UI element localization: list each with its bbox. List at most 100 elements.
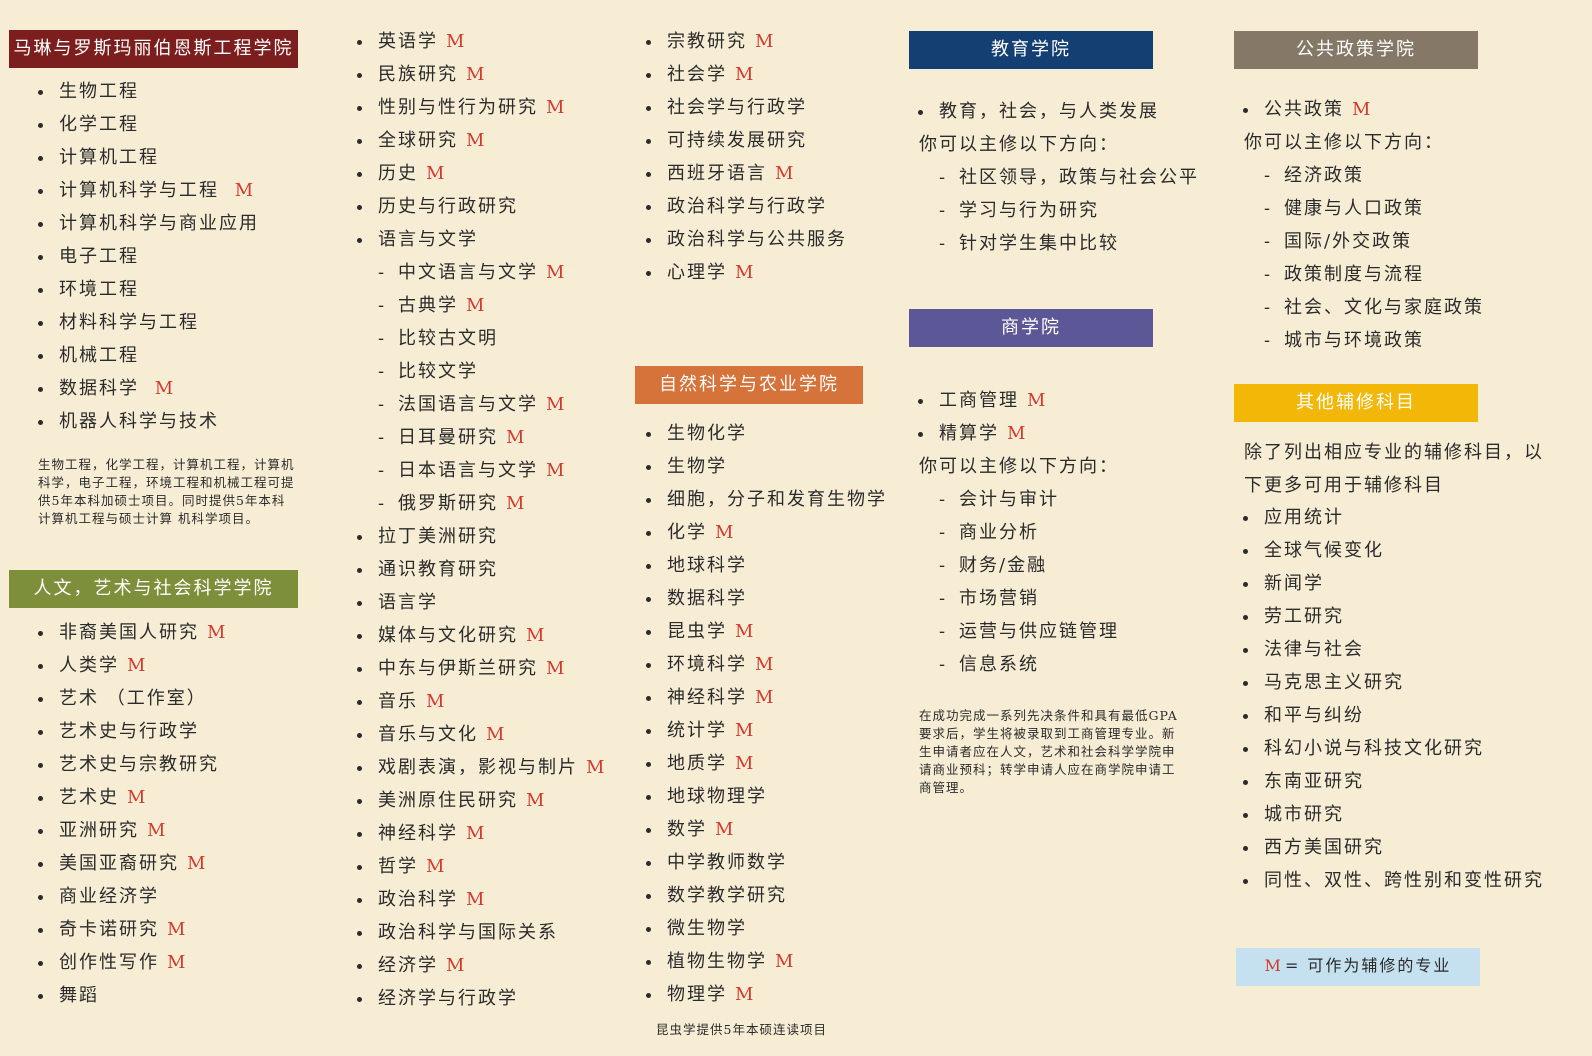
minor-marker: M: [426, 856, 445, 877]
sub-item-label: 社区领导，政策与社会公平: [959, 167, 1199, 188]
list-item-label: 历史与行政研究: [378, 196, 518, 217]
column-3: 宗教研究 M 社会学 M 社会学与行政学 可持续发展研究 西班牙语言 M 政治科学与行政学 政治科…: [619, 0, 909, 1037]
list-item-label: 生物学: [667, 456, 727, 477]
natural-note: 昆虫学提供5年本硕连读项目: [656, 1022, 827, 1037]
list-item-label: 舞蹈: [59, 985, 99, 1006]
minor-marker: M: [154, 378, 174, 399]
sub-item-label: 政策制度与流程: [1284, 264, 1424, 285]
sub-item-label: 会计与审计: [959, 489, 1059, 510]
list-item: 日耳曼研究 M: [330, 421, 630, 454]
column-4: 教育学院 教育，社会，与人类发展 你可以主修以下方向： 社区领导，政策与社会公平…: [909, 0, 1211, 795]
list-item: 中文语言与文学 M: [330, 256, 630, 289]
list-item: 语言与文学: [330, 223, 630, 256]
list-item: 法国语言与文学 M: [330, 388, 630, 421]
sub-item: 政策制度与流程: [1236, 258, 1576, 291]
list-item-label: 心理学: [667, 262, 727, 283]
minor-marker: M: [426, 691, 445, 712]
minor-marker: M: [735, 262, 754, 283]
list-item: 政治科学与国际关系: [330, 916, 630, 949]
business-note: 在成功完成一系列先决条件和具有最低GPA要求后，学生将被录取到工商管理专业。新生…: [919, 708, 1178, 795]
minor-marker: M: [506, 493, 525, 514]
list-item: 新闻学: [1236, 567, 1576, 600]
list-item: 政治科学与公共服务: [619, 223, 909, 256]
list-item: 哲学 M: [330, 850, 630, 883]
business-header: 商学院: [909, 309, 1153, 347]
minor-marker: M: [167, 919, 186, 940]
engineering-header: 马琳与罗斯玛丽伯恩斯工程学院: [9, 30, 298, 68]
sub-item-label: 市场营销: [959, 588, 1039, 609]
sub-item-label: 城市与环境政策: [1284, 330, 1424, 351]
list-item-label: 人类学: [59, 655, 119, 676]
list-item-label: 环境科学: [667, 654, 747, 675]
minor-marker: M: [466, 64, 485, 85]
minor-marker: M: [466, 295, 485, 316]
legend-mark: M: [1264, 956, 1281, 975]
list-item: 公共政策 M: [1236, 93, 1576, 126]
minor-marker: M: [526, 790, 545, 811]
list-item: 数据科学: [619, 582, 909, 615]
education-subs: 社区领导，政策与社会公平学习与行为研究针对学生集中比较: [911, 161, 1211, 260]
minor-marker: M: [466, 130, 485, 151]
list-item: 计算机科学与工程 M: [11, 174, 311, 207]
minor-marker: M: [755, 31, 774, 52]
list-item-label: 日耳曼研究: [398, 427, 498, 448]
minor-marker: M: [586, 757, 605, 778]
humanities-list-2: 英语学 M 民族研究 M 性别与性行为研究 M 全球研究 M 历史 M 历史与行政研究语言与文学中文…: [330, 25, 630, 1015]
sub-item-label: 商业分析: [959, 522, 1039, 543]
list-item-label: 艺术 （工作室）: [59, 688, 207, 709]
list-item-label: 通识教育研究: [378, 559, 498, 580]
list-item-label: 新闻学: [1264, 573, 1324, 594]
list-item: 数学 M: [619, 813, 909, 846]
list-item-label: 音乐: [378, 691, 418, 712]
list-item: 音乐 M: [330, 685, 630, 718]
list-item-label: 微生物学: [667, 918, 747, 939]
list-item: 艺术史与宗教研究: [11, 748, 311, 781]
minors-list: 应用统计 全球气候变化 新闻学 劳工研究 法律与社会 马克思主义研究 和平与纠纷 科幻小说与科…: [1236, 501, 1576, 897]
minor-marker: M: [775, 951, 794, 972]
list-item: 非裔美国人研究 M: [11, 616, 311, 649]
list-item: 语言学: [330, 586, 630, 619]
sub-item-label: 经济政策: [1284, 165, 1364, 186]
natural-list: 生物化学 生物学 细胞，分子和发育生物学 化学 M 地球科学 数据科学 昆虫学 M 环境科学 M 神经…: [619, 417, 909, 1011]
list-item: 植物生物学 M: [619, 945, 909, 978]
engineering-note: 生物工程，化学工程，计算机工程，计算机科学，电子工程，环境工程和机械工程可提供5…: [38, 457, 295, 526]
list-item-label: 昆虫学: [667, 621, 727, 642]
list-item-label: 创作性写作: [59, 952, 159, 973]
list-item: 地质学 M: [619, 747, 909, 780]
list-item-label: 艺术史: [59, 787, 119, 808]
list-item: 民族研究 M: [330, 58, 630, 91]
list-item-label: 同性、双性、跨性别和变性研究: [1264, 870, 1544, 891]
humanities-list-1: 非裔美国人研究 M 人类学 M 艺术 （工作室） 艺术史与行政学 艺术史与宗教研究 艺术史 M 亚…: [11, 616, 311, 1012]
list-item: 艺术史 M: [11, 781, 311, 814]
policy-subs: 经济政策健康与人口政策国际/外交政策政策制度与流程社会、文化与家庭政策城市与环境…: [1236, 159, 1576, 357]
list-item-label: 机器人科学与技术: [59, 411, 219, 432]
list-item-label: 东南亚研究: [1264, 771, 1364, 792]
list-item: 机械工程: [11, 339, 311, 372]
list-item-label: 语言学: [378, 592, 438, 613]
list-item: 古典学 M: [330, 289, 630, 322]
list-item: 全球气候变化: [1236, 534, 1576, 567]
list-item: 科幻小说与科技文化研究: [1236, 732, 1576, 765]
list-item-label: 可持续发展研究: [667, 130, 807, 151]
list-item-label: 古典学: [398, 295, 458, 316]
humanities-list-3: 宗教研究 M 社会学 M 社会学与行政学 可持续发展研究 西班牙语言 M 政治科学与行政学 政治科…: [619, 25, 909, 289]
minor-marker: M: [546, 394, 565, 415]
minor-marker: M: [546, 97, 565, 118]
business-major-intro: 你可以主修以下方向：: [919, 456, 1119, 477]
sub-item: 信息系统: [911, 648, 1211, 681]
list-item: 计算机科学与商业应用: [11, 207, 311, 240]
list-item-label: 经济学与行政学: [378, 988, 518, 1009]
list-item-label: 计算机工程: [59, 147, 159, 168]
legend-text: = 可作为辅修的专业: [1284, 956, 1452, 975]
minor-marker: M: [715, 819, 734, 840]
list-item: 中学教师数学: [619, 846, 909, 879]
list-item-label: 音乐与文化: [378, 724, 478, 745]
list-item: 材料科学与工程: [11, 306, 311, 339]
list-item-label: 统计学: [667, 720, 727, 741]
sub-item: 市场营销: [911, 582, 1211, 615]
minor-marker: M: [1007, 423, 1026, 444]
list-item-label: 法律与社会: [1264, 639, 1364, 660]
minor-marker: M: [127, 787, 146, 808]
list-item-label: 性别与性行为研究: [378, 97, 538, 118]
list-item-label: 城市研究: [1264, 804, 1344, 825]
